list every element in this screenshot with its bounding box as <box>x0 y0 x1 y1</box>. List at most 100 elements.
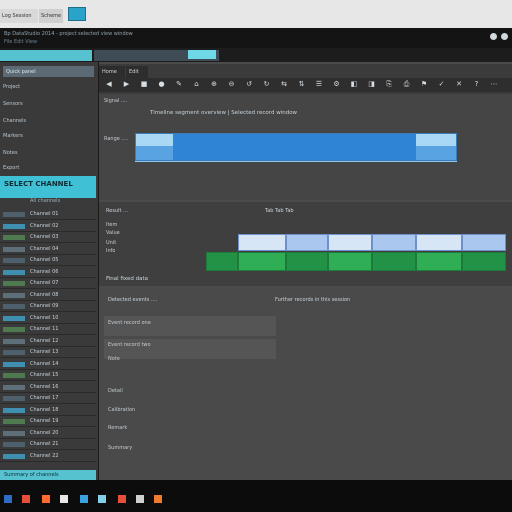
app-icon[interactable] <box>118 495 126 503</box>
tab-edit[interactable]: Edit <box>126 66 148 78</box>
channel-row-icon <box>3 246 25 252</box>
results-value-cell[interactable] <box>372 252 416 271</box>
channel-row[interactable]: Channel 13 <box>0 348 96 358</box>
taskbar <box>0 480 512 512</box>
channel-row[interactable]: Channel 19 <box>0 417 96 427</box>
toolbar-tool-button[interactable]: ⌂ <box>192 80 202 89</box>
channel-row[interactable]: Channel 07 <box>0 279 96 289</box>
close-icon[interactable] <box>501 33 508 40</box>
toolbar-tool-button[interactable]: ✎ <box>174 80 184 89</box>
channel-row[interactable]: Channel 17 <box>0 394 96 404</box>
channel-row[interactable]: Channel 02 <box>0 222 96 232</box>
toolbar-tool-button[interactable]: ● <box>157 80 167 89</box>
channel-row[interactable]: Channel 01 <box>0 210 96 220</box>
timeline-header: Timeline segment overview | Selected rec… <box>150 110 298 116</box>
timeline-baseline <box>135 161 457 162</box>
results-header-cell[interactable] <box>238 234 286 251</box>
new-tab-button[interactable] <box>68 7 86 21</box>
toolbar-tool-button[interactable]: ◀ <box>104 80 114 89</box>
channel-row[interactable]: Channel 06 <box>0 268 96 278</box>
channel-row[interactable]: Channel 03 <box>0 233 96 243</box>
channel-row[interactable]: Channel 11 <box>0 325 96 335</box>
channel-row[interactable]: Channel 10 <box>0 314 96 324</box>
app-icon[interactable] <box>80 495 88 503</box>
channel-row[interactable]: Channel 21 <box>0 440 96 450</box>
toolbar-tool-button[interactable]: ⊕ <box>209 80 219 89</box>
channel-row[interactable]: Channel 09 <box>0 302 96 312</box>
toolbar-tool-button[interactable]: ⎙ <box>402 80 412 89</box>
timeline-selection[interactable] <box>173 134 416 160</box>
channel-row[interactable]: Channel 08 <box>0 291 96 301</box>
toolbar-tool-button[interactable]: ▶ <box>122 80 132 89</box>
toolbar-tool-button[interactable]: ✓ <box>437 80 447 89</box>
toolbar-tool-button[interactable]: ■ <box>139 80 149 89</box>
toolbar-tool-button[interactable]: ⇅ <box>297 80 307 89</box>
results-header-cell[interactable] <box>372 234 416 251</box>
address-segment-primary[interactable] <box>0 50 92 61</box>
channel-row[interactable]: Channel 16 <box>0 383 96 393</box>
toolbar-tool-button[interactable]: ↺ <box>244 80 254 89</box>
tab-home[interactable]: Home <box>99 66 125 78</box>
channel-row-icon <box>3 407 25 413</box>
channel-row-label: Channel 02 <box>30 222 59 229</box>
channel-row[interactable]: Channel 22 <box>0 452 96 462</box>
results-header-cell[interactable] <box>328 234 372 251</box>
channel-row[interactable]: Channel 12 <box>0 337 96 347</box>
channel-row-label: Channel 09 <box>30 303 59 309</box>
channel-row-icon <box>3 327 25 332</box>
app-icon[interactable] <box>136 495 144 503</box>
menu-bar[interactable]: File Edit View <box>4 39 37 45</box>
app-icon[interactable] <box>98 495 106 503</box>
address-action-button[interactable] <box>188 50 216 59</box>
channel-row[interactable]: Channel 20 <box>0 429 96 439</box>
sidebar-item-notes[interactable]: Notes <box>3 150 47 157</box>
channel-row[interactable]: Channel 14 <box>0 360 96 370</box>
app-icon[interactable] <box>60 495 68 503</box>
sidebar-item-sensors[interactable]: Sensors <box>3 101 47 108</box>
toolbar-tool-button[interactable]: ⇆ <box>279 80 289 89</box>
results-value-cell[interactable] <box>328 252 372 271</box>
channel-row-label: Channel 03 <box>30 234 59 240</box>
minimize-icon[interactable] <box>490 33 497 40</box>
sidebar-item-channels[interactable]: Channels <box>3 118 47 125</box>
browser-tab-1[interactable]: Log Session <box>0 9 38 23</box>
results-header-cell[interactable] <box>462 234 506 251</box>
results-value-cell[interactable] <box>206 252 238 271</box>
app-icon[interactable] <box>154 495 162 503</box>
sidebar-item-export[interactable]: Export <box>3 165 47 172</box>
events-row[interactable] <box>104 316 276 336</box>
toolbar-tool-button[interactable]: ⋯ <box>489 80 499 89</box>
results-tabs[interactable]: Tab Tab Tab <box>265 208 294 214</box>
channel-row-label: Channel 17 <box>30 395 59 401</box>
channel-row[interactable]: Channel 18 <box>0 406 96 416</box>
toolbar-tool-button[interactable]: ⎘ <box>384 80 394 89</box>
sidebar-item-markers[interactable]: Markers <box>3 133 47 140</box>
channel-row[interactable]: Channel 15 <box>0 371 96 381</box>
results-value-cell[interactable] <box>462 252 506 271</box>
app-icon[interactable] <box>42 495 50 503</box>
toolbar-tool-button[interactable]: ◧ <box>349 80 359 89</box>
results-header-cell[interactable] <box>286 234 328 251</box>
channel-row-label: Channel 07 <box>30 280 59 286</box>
toolbar-tool-button[interactable]: ⚙ <box>332 80 342 89</box>
toolbar-tool-button[interactable]: ◨ <box>367 80 377 89</box>
results-value-cell[interactable] <box>416 252 462 271</box>
results-value-cell[interactable] <box>286 252 328 271</box>
browser-tab-2[interactable]: Scheme <box>39 9 63 23</box>
toolbar-tool-button[interactable]: ↻ <box>262 80 272 89</box>
channel-row[interactable]: Channel 05 <box>0 256 96 266</box>
results-value-cell[interactable] <box>238 252 286 271</box>
results-row-label: Unit <box>106 240 117 246</box>
toolbar-tool-button[interactable]: ⊖ <box>227 80 237 89</box>
start-icon[interactable] <box>4 495 12 503</box>
toolbar-tool-button[interactable]: ? <box>472 80 482 89</box>
app-icon[interactable] <box>22 495 30 503</box>
results-header-cell[interactable] <box>416 234 462 251</box>
events-row-text: Detail <box>108 388 123 394</box>
sidebar-item-project[interactable]: Project <box>3 84 47 91</box>
channel-row[interactable]: Channel 04 <box>0 245 96 255</box>
toolbar-tool-button[interactable]: ⚑ <box>419 80 429 89</box>
channel-selector-panel[interactable]: SELECT CHANNEL <box>0 176 96 198</box>
toolbar-tool-button[interactable]: ✕ <box>454 80 464 89</box>
toolbar-tool-button[interactable]: ☰ <box>314 80 324 89</box>
